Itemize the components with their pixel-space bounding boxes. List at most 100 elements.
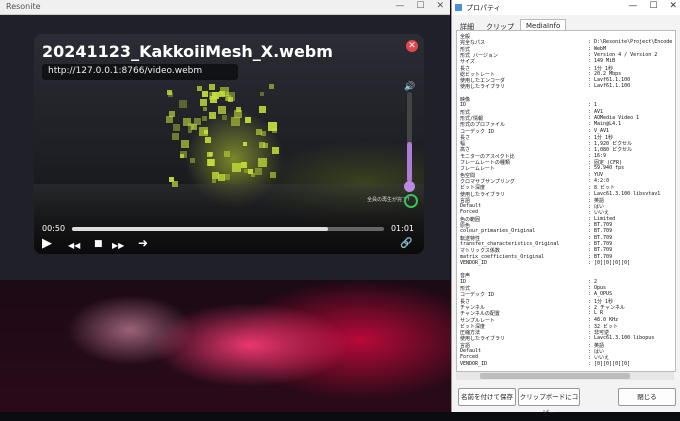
mediainfo-panel[interactable]: 全般 完全なパス: D:\Resonite\Project\Encode 形式: W… [456, 30, 676, 372]
rewind-icon[interactable]: ◀◀ [68, 240, 80, 251]
mediainfo-value: : BT.709 [588, 253, 613, 260]
volume-knob[interactable] [404, 181, 415, 192]
video-pixel-block [204, 130, 208, 134]
video-pixel-block [224, 151, 230, 157]
video-pixel-block [207, 159, 214, 166]
mediainfo-value: : BT.709 [588, 228, 613, 235]
url-text: http://127.0.0.1:8766/video.webm [48, 66, 203, 76]
video-pixel-block [209, 112, 216, 119]
video-pixel-block [203, 107, 207, 111]
video-pixel-block [270, 172, 276, 178]
properties-window: プロパティ — ☐ ✕ 詳細 クリップ MediaInfo 全般 完全なパス: D… [451, 0, 680, 417]
seek-bar[interactable] [72, 227, 384, 231]
video-pixel-block [231, 117, 240, 126]
video-pixel-block [166, 116, 173, 123]
mediainfo-value: : A_OPUS [588, 291, 613, 298]
properties-minimize-button[interactable]: — [628, 1, 637, 11]
properties-close-button[interactable]: ✕ [669, 1, 677, 11]
mediainfo-value: : WebM [588, 45, 607, 52]
video-pixel-block [256, 129, 262, 135]
video-pixel-block [209, 84, 215, 90]
mediainfo-value: : 48.0 KHz [588, 316, 619, 323]
mediainfo-value: : [0][0][0][0] [588, 259, 631, 266]
play-icon[interactable]: ▶ [42, 237, 52, 250]
close-button[interactable]: 閉じる [618, 388, 676, 406]
close-window-button[interactable]: ✕ [436, 1, 444, 11]
mediainfo-value: : YUV [588, 171, 604, 178]
video-pixel-block [236, 107, 241, 112]
video-pixel-block [232, 163, 241, 172]
video-player[interactable]: 20241123_KakkoiiMesh_X.webm http://127.0… [34, 34, 424, 254]
mediainfo-value: : [0][0][0][0] [588, 360, 631, 367]
video-pixel-block [244, 169, 248, 173]
sync-toggle[interactable] [404, 194, 418, 208]
stop-icon[interactable]: ■ [94, 239, 103, 250]
video-pixel-block [260, 92, 264, 96]
mediainfo-key: colour_primaries_Original [460, 228, 536, 235]
mediainfo-value: : 4:2:0 [588, 177, 610, 184]
mediainfo-value: : 16:9 [588, 152, 607, 159]
mediainfo-value: : Lavc61.3.100 libopus [588, 335, 655, 342]
video-pixel-block [207, 152, 212, 157]
link-icon[interactable]: 🔗 [400, 238, 412, 249]
copy-to-clipboard-button[interactable]: クリップボードにコピー [518, 388, 580, 417]
save-as-button[interactable]: 名前を付けて保存 [458, 388, 516, 406]
mediainfo-value: : Main@L4.1 [588, 121, 622, 128]
mediainfo-value: : BT.709 [588, 234, 613, 241]
video-pixel-block [218, 106, 226, 114]
video-pixel-block [259, 106, 266, 113]
mediainfo-value: : Lavf61.1.100 [588, 77, 631, 84]
mediainfo-value: : 2 [588, 278, 598, 285]
video-pixel-block [243, 142, 247, 146]
properties-app-icon [455, 4, 462, 11]
mediainfo-value: : AV1 [588, 108, 604, 115]
video-pixel-block [202, 116, 207, 121]
forward-icon[interactable]: ▶▶ [112, 240, 124, 251]
video-pixel-block [268, 122, 277, 131]
video-pixel-block [181, 140, 189, 148]
video-pixel-block [194, 118, 201, 125]
video-pixel-block [180, 151, 187, 158]
volume-icon[interactable]: 🔊 [404, 82, 415, 92]
close-icon[interactable]: ✕ [406, 40, 418, 52]
video-floor [34, 184, 424, 254]
mediainfo-value: : Limited [588, 215, 616, 222]
video-pixel-block [200, 99, 207, 106]
video-pixel-block [272, 147, 279, 154]
video-pixel-block [222, 115, 227, 120]
video-pixel-block [263, 143, 268, 148]
maximize-button[interactable]: ☐ [416, 1, 424, 11]
url-field[interactable]: http://127.0.0.1:8766/video.webm [42, 64, 238, 80]
properties-maximize-button[interactable]: ☐ [649, 1, 657, 11]
horizontal-scrollbar[interactable] [456, 372, 674, 380]
video-pixel-block [205, 137, 211, 143]
next-icon[interactable]: ➜ [138, 237, 148, 249]
mediainfo-value: : Lavf61.1.100 [588, 83, 631, 90]
video-pixel-block [169, 111, 175, 117]
video-pixel-block [172, 181, 178, 187]
mediainfo-key: 使用したライブラリ [460, 84, 506, 91]
volume-fill [407, 141, 412, 182]
properties-title: プロパティ [466, 4, 501, 12]
video-pixel-block [241, 162, 247, 168]
mediainfo-key: Default [460, 348, 482, 354]
mediainfo-value: : Opus [588, 285, 607, 291]
mediainfo-value: : Lavc61.3.100 libsvtav1 [588, 190, 661, 197]
minimize-button[interactable]: — [395, 1, 404, 11]
video-pixel-block [228, 97, 233, 102]
window-title: Resonite [6, 2, 41, 11]
mediainfo-value: : 20.2 Mbps [588, 70, 622, 77]
mediainfo-value: : BT.709 [588, 222, 613, 228]
video-pixel-block [255, 168, 262, 175]
video-pixel-block [202, 91, 208, 97]
volume-slider[interactable] [407, 92, 412, 182]
scrollbar-thumb[interactable] [480, 373, 630, 379]
mediainfo-value: : D:\Resonite\Project\Encode [588, 39, 673, 46]
mediainfo-key: ID [460, 102, 467, 109]
resonite-titlebar: Resonite — ☐ ✕ [0, 0, 450, 15]
mediainfo-key: Forced [460, 354, 479, 361]
video-pixel-block [245, 117, 251, 123]
mediainfo-key: ID [460, 278, 467, 285]
video-pixel-block [212, 172, 219, 179]
properties-window-controls: — ☐ ✕ [628, 1, 677, 11]
